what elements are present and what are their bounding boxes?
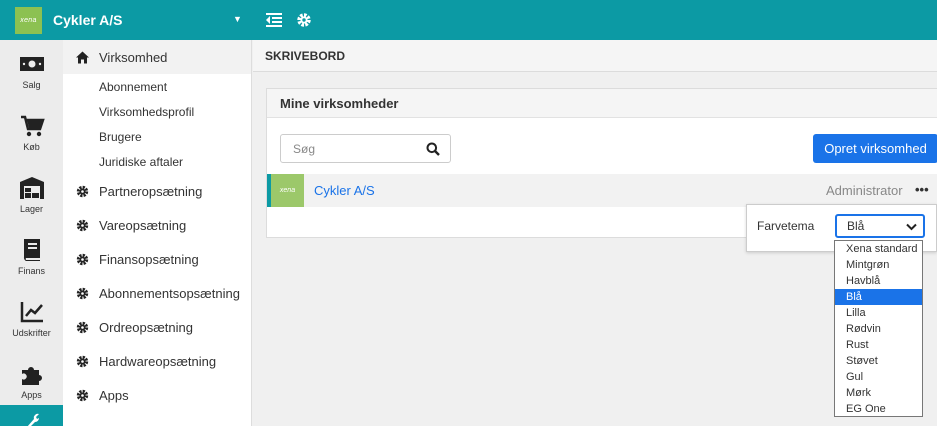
company-name: Cykler A/S — [53, 12, 123, 28]
top-bar: xena Cykler A/S ▼ — [0, 0, 937, 40]
company-row[interactable]: xena Cykler A/S Administrator ••• — [267, 174, 937, 207]
menu-label: Abonnementsopsætning — [99, 285, 240, 301]
menu-abonnementsopsaetning[interactable]: Abonnementsopsætning — [63, 276, 251, 310]
money-icon — [19, 57, 44, 71]
theme-option[interactable]: Mørk — [835, 385, 922, 401]
collapse-menu-icon[interactable] — [266, 12, 282, 28]
rail-item-salg[interactable]: Salg — [0, 40, 63, 102]
gear-icon — [76, 389, 89, 401]
cart-icon — [20, 115, 45, 137]
company-switcher[interactable]: xena Cykler A/S ▼ — [0, 0, 252, 40]
gear-icon — [76, 355, 89, 367]
menu-brugere[interactable]: Brugere — [63, 124, 251, 149]
menu-apps[interactable]: Apps — [63, 378, 251, 412]
panel-title: Mine virksomheder — [267, 89, 937, 118]
warehouse-icon — [19, 177, 44, 199]
theme-label: Farvetema — [757, 219, 815, 233]
menu-virksomhedsprofil[interactable]: Virksomhedsprofil — [63, 99, 251, 124]
theme-option[interactable]: Gul — [835, 369, 922, 385]
gear-icon[interactable] — [296, 12, 312, 28]
wrench-icon — [27, 413, 39, 426]
menu-hardwareopsaetning[interactable]: Hardwareopsætning — [63, 344, 251, 378]
icon-rail: Salg Køb Lager Finans Udskrifter Apps — [0, 40, 63, 426]
theme-options-list: Xena standard Mintgrøn Havblå Blå Lilla … — [834, 240, 923, 417]
search-box — [280, 134, 451, 163]
page-title: SKRIVEBORD — [253, 40, 937, 72]
menu-label: Apps — [99, 387, 129, 403]
menu-label: Ordreopsætning — [99, 319, 193, 335]
theme-option-selected[interactable]: Blå — [835, 289, 922, 305]
rail-label: Køb — [23, 142, 40, 152]
home-icon — [76, 51, 89, 63]
theme-option[interactable]: Mintgrøn — [835, 257, 922, 273]
theme-select[interactable]: Blå — [835, 214, 925, 238]
menu-label: Finansopsætning — [99, 251, 199, 267]
rail-label: Salg — [22, 80, 41, 90]
menu-label: Partneropsætning — [99, 183, 203, 199]
xena-logo: xena — [15, 6, 42, 34]
search-icon[interactable] — [426, 142, 440, 156]
gear-icon — [76, 219, 89, 231]
gear-icon — [76, 321, 89, 333]
theme-selected-value: Blå — [847, 219, 865, 233]
create-company-button[interactable]: Opret virksomhed — [813, 134, 937, 163]
gear-icon — [76, 253, 89, 265]
more-options-icon[interactable]: ••• — [915, 182, 929, 197]
gear-icon — [76, 287, 89, 299]
rail-item-settings[interactable] — [0, 405, 63, 426]
menu-virksomhed[interactable]: Virksomhed — [63, 40, 251, 74]
company-role: Administrator — [826, 183, 903, 198]
rail-item-lager[interactable]: Lager — [0, 164, 63, 226]
theme-option[interactable]: Xena standard — [835, 241, 922, 257]
theme-option[interactable]: Lilla — [835, 305, 922, 321]
company-logo: xena — [271, 174, 304, 207]
theme-option[interactable]: Havblå — [835, 273, 922, 289]
menu-juridiske-aftaler[interactable]: Juridiske aftaler — [63, 149, 251, 174]
rail-item-koeb[interactable]: Køb — [0, 102, 63, 164]
theme-option[interactable]: Støvet — [835, 353, 922, 369]
theme-option[interactable]: Rust — [835, 337, 922, 353]
company-link[interactable]: Cykler A/S — [314, 183, 375, 198]
chevron-down-icon — [906, 223, 917, 231]
search-input[interactable] — [281, 141, 421, 156]
menu-ordreopsaetning[interactable]: Ordreopsætning — [63, 310, 251, 344]
menu-partneropsaetning[interactable]: Partneropsætning — [63, 174, 251, 208]
theme-option[interactable]: Rødvin — [835, 321, 922, 337]
caret-down-icon: ▼ — [233, 14, 242, 24]
puzzle-icon — [21, 367, 42, 385]
chart-line-icon — [20, 302, 43, 323]
gear-icon — [76, 185, 89, 197]
rail-label: Udskrifter — [12, 328, 51, 338]
book-icon — [23, 239, 40, 261]
menu-vareopsaetning[interactable]: Vareopsætning — [63, 208, 251, 242]
rail-item-apps[interactable]: Apps — [0, 350, 63, 412]
rail-label: Finans — [17, 266, 45, 276]
menu-label: Virksomhed — [99, 49, 168, 65]
rail-label: Apps — [21, 390, 42, 400]
menu-abonnement[interactable]: Abonnement — [63, 74, 251, 99]
rail-label: Lager — [19, 204, 44, 214]
settings-menu: Virksomhed Abonnement Virksomhedsprofil … — [63, 40, 252, 426]
menu-label: Hardwareopsætning — [99, 353, 217, 369]
menu-label: Vareopsætning — [99, 217, 187, 233]
rail-item-finans[interactable]: Finans — [0, 226, 63, 288]
menu-finansopsaetning[interactable]: Finansopsætning — [63, 242, 251, 276]
rail-item-udskrifter[interactable]: Udskrifter — [0, 288, 63, 350]
theme-option[interactable]: EG One — [835, 401, 922, 417]
